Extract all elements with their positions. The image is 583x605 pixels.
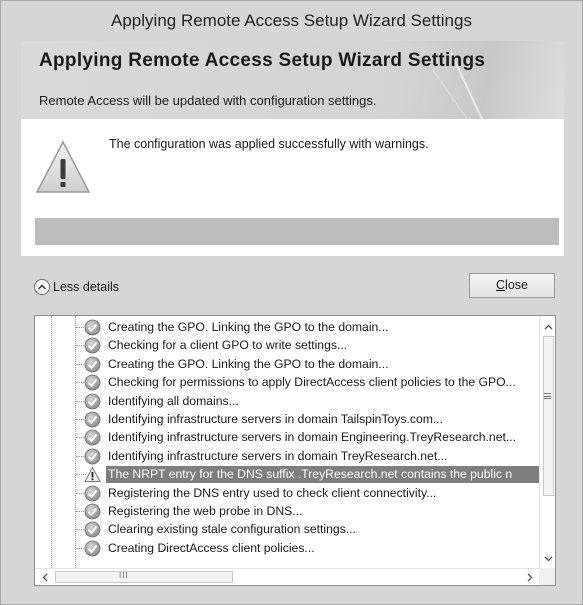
list-item-label: Checking for a client GPO to write setti… <box>108 338 348 353</box>
list-item[interactable]: Identifying all domains... <box>35 392 539 410</box>
vertical-scrollbar[interactable] <box>539 316 555 568</box>
scroll-left-icon[interactable] <box>36 569 53 585</box>
horizontal-scrollbar[interactable]: III <box>35 568 539 585</box>
status-message: The configuration was applied successful… <box>109 137 429 151</box>
list-item-label: Creating the GPO. Linking the GPO to the… <box>108 356 389 371</box>
horizontal-scroll-thumb[interactable] <box>55 571 233 583</box>
list-item-label: Creating DirectAccess client policies... <box>108 540 315 555</box>
progress-bar <box>35 218 559 245</box>
list-item-label: Registering the web probe in DNS... <box>108 504 303 518</box>
wizard-banner: Applying Remote Access Setup Wizard Sett… <box>21 41 564 119</box>
list-item-label: Identifying infrastructure servers in do… <box>108 412 444 426</box>
list-item[interactable]: Creating DirectAccess client policies... <box>35 539 539 557</box>
success-check-icon <box>84 374 101 391</box>
less-details-toggle[interactable]: Less details <box>34 278 119 296</box>
scroll-up-icon[interactable] <box>540 318 555 335</box>
scroll-corner <box>539 568 555 585</box>
list-item-label: Creating the GPO. Linking the GPO to the… <box>108 320 389 334</box>
chevron-up-icon <box>34 279 50 295</box>
list-item-label: Identifying all domains... <box>108 393 239 408</box>
success-check-icon <box>84 540 101 557</box>
scroll-grip-icon: III <box>119 571 129 580</box>
success-check-icon <box>84 319 101 336</box>
success-check-icon <box>84 429 101 446</box>
list-item[interactable]: Identifying infrastructure servers in do… <box>35 410 539 428</box>
less-details-label: Less details <box>53 280 120 294</box>
success-check-icon <box>84 521 101 538</box>
page-title: Applying Remote Access Setup Wizard Sett… <box>39 50 486 71</box>
list-item[interactable]: Checking for permissions to apply Direct… <box>35 373 539 391</box>
success-check-icon <box>84 411 101 428</box>
list-item[interactable]: The NRPT entry for the DNS suffix .TreyR… <box>35 465 539 484</box>
success-check-icon <box>84 356 101 373</box>
list-item-label: Clearing existing stale configuration se… <box>108 522 356 537</box>
status-panel: The configuration was applied successful… <box>21 119 564 256</box>
log-list: Creating the GPO. Linking the GPO to the… <box>35 316 539 568</box>
success-check-icon <box>84 448 101 465</box>
list-item[interactable]: Checking for a client GPO to write setti… <box>35 336 539 354</box>
scroll-down-icon[interactable] <box>540 550 555 567</box>
close-button-label: lose <box>505 278 528 292</box>
scroll-grip-icon <box>544 393 551 399</box>
vertical-scroll-thumb[interactable] <box>543 336 554 496</box>
success-check-icon <box>84 485 101 502</box>
warning-icon <box>84 466 101 483</box>
list-item-label: Registering the DNS entry used to check … <box>108 485 437 500</box>
list-item-label: Identifying infrastructure servers in do… <box>108 430 517 445</box>
wizard-window: Applying Remote Access Setup Wizard Sett… <box>0 0 583 605</box>
success-check-icon <box>84 393 101 410</box>
warning-icon <box>35 139 91 197</box>
list-item[interactable]: Clearing existing stale configuration se… <box>35 520 539 538</box>
close-button[interactable]: Close <box>469 273 555 298</box>
progress-log[interactable]: Creating the GPO. Linking the GPO to the… <box>34 315 556 586</box>
success-check-icon <box>84 337 101 354</box>
page-subtitle: Remote Access will be updated with confi… <box>39 93 377 108</box>
list-item-label: Identifying infrastructure servers in do… <box>108 448 448 463</box>
list-item[interactable]: Registering the DNS entry used to check … <box>35 484 539 502</box>
window-title: Applying Remote Access Setup Wizard Sett… <box>111 11 472 30</box>
list-item[interactable]: Identifying infrastructure servers in do… <box>35 447 539 465</box>
success-check-icon <box>84 503 101 520</box>
list-item-label: Checking for permissions to apply Direct… <box>108 375 516 390</box>
list-item-label: The NRPT entry for the DNS suffix .TreyR… <box>106 466 539 484</box>
list-item[interactable]: Identifying infrastructure servers in do… <box>35 428 539 446</box>
close-button-mnemonic: C <box>496 278 506 292</box>
scroll-right-icon[interactable] <box>521 569 538 585</box>
list-item[interactable]: Registering the web probe in DNS... <box>35 502 539 520</box>
list-item[interactable]: Creating the GPO. Linking the GPO to the… <box>35 318 539 336</box>
list-item[interactable]: Creating the GPO. Linking the GPO to the… <box>35 355 539 373</box>
